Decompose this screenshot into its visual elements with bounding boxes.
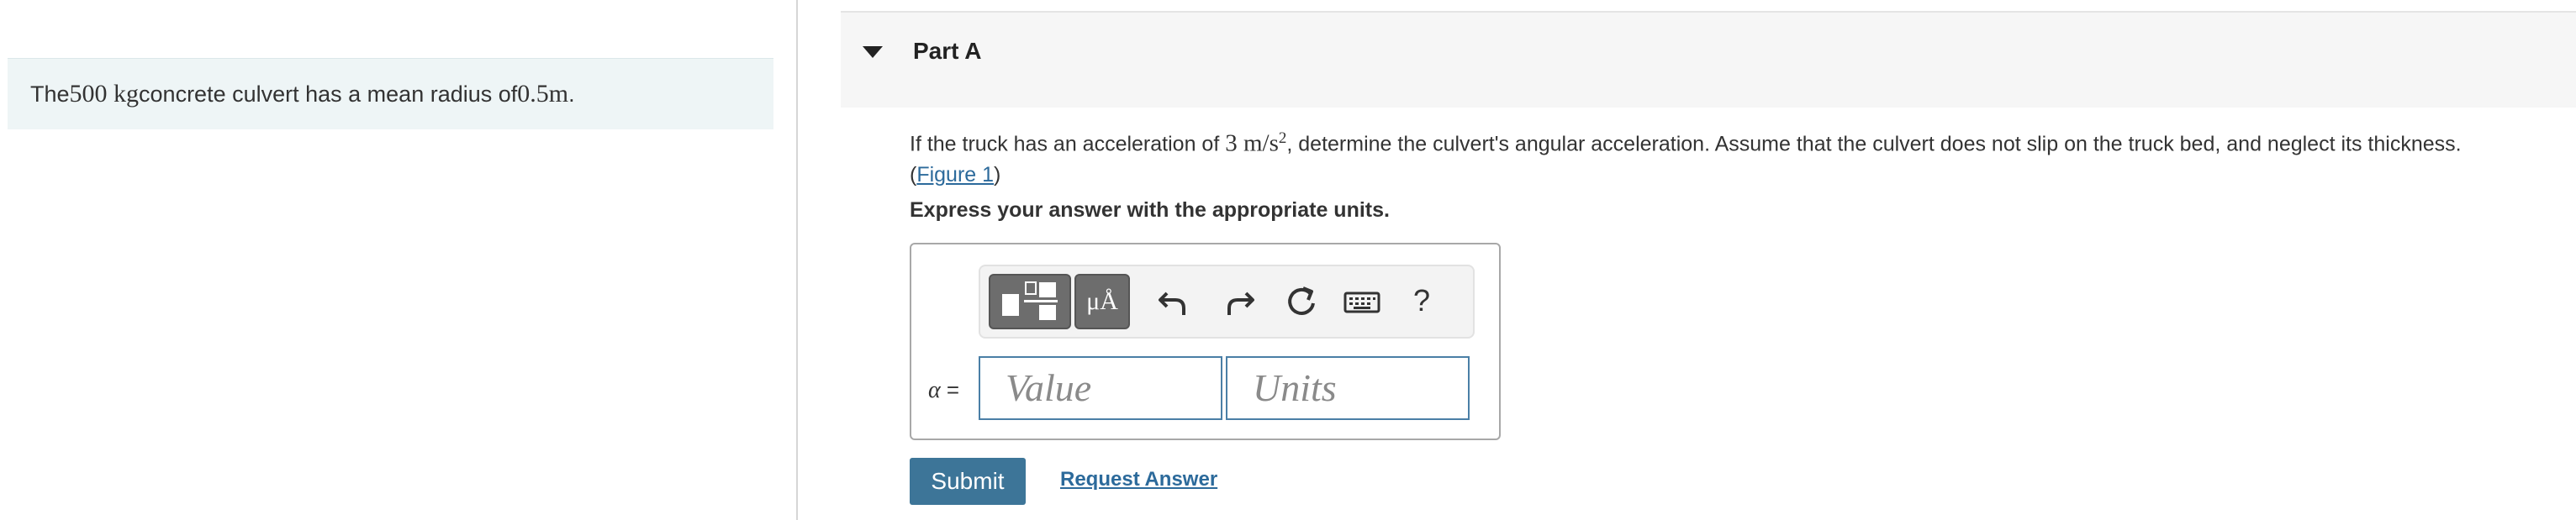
answer-instruction: Express your answer with the appropriate… (910, 198, 1390, 222)
part-header[interactable]: Part A (841, 11, 2576, 108)
problem-statement: The 500 kg concrete culvert has a mean r… (8, 58, 773, 129)
undo-icon[interactable] (1155, 283, 1192, 320)
alpha-symbol: α (928, 377, 941, 403)
answer-box: μÅ ? α = Value Units (910, 243, 1501, 440)
question-prefix: If the truck has an acceleration of (910, 132, 1226, 156)
question-suffix: , determine the culvert's angular accele… (1286, 132, 2462, 156)
alpha-label: α = (928, 377, 959, 404)
math-toolbar: μÅ ? (979, 265, 1475, 339)
value-input[interactable]: Value (979, 356, 1222, 420)
reset-icon[interactable] (1283, 283, 1320, 320)
problem-text-prefix: The (30, 81, 70, 107)
keyboard-icon[interactable] (1342, 283, 1382, 320)
collapse-triangle-icon[interactable] (863, 46, 883, 58)
request-answer-link[interactable]: Request Answer (1060, 468, 1217, 491)
acceleration-exponent: 2 (1278, 129, 1287, 147)
templates-button[interactable] (989, 274, 1071, 329)
submit-button[interactable]: Submit (910, 458, 1026, 505)
acceleration-value: 3 m/s (1225, 129, 1279, 157)
symbols-button[interactable]: μÅ (1074, 274, 1130, 329)
problem-text-middle: concrete culvert has a mean radius of (139, 81, 518, 107)
help-button[interactable]: ? (1413, 283, 1430, 318)
panel-divider (796, 0, 798, 520)
templates-icon (1002, 281, 1058, 320)
question-text: If the truck has an acceleration of 3 m/… (910, 123, 2558, 191)
units-input[interactable]: Units (1226, 356, 1470, 420)
redo-icon[interactable] (1221, 283, 1258, 320)
figure-link[interactable]: Figure 1 (916, 163, 994, 186)
figure-paren-close: ) (994, 163, 1001, 187)
part-title: Part A (913, 38, 982, 64)
problem-text-suffix: . (568, 81, 575, 107)
mass-value: 500 kg (69, 80, 140, 108)
equals-sign: = (940, 377, 960, 402)
radius-value: 0.5m (517, 80, 569, 108)
